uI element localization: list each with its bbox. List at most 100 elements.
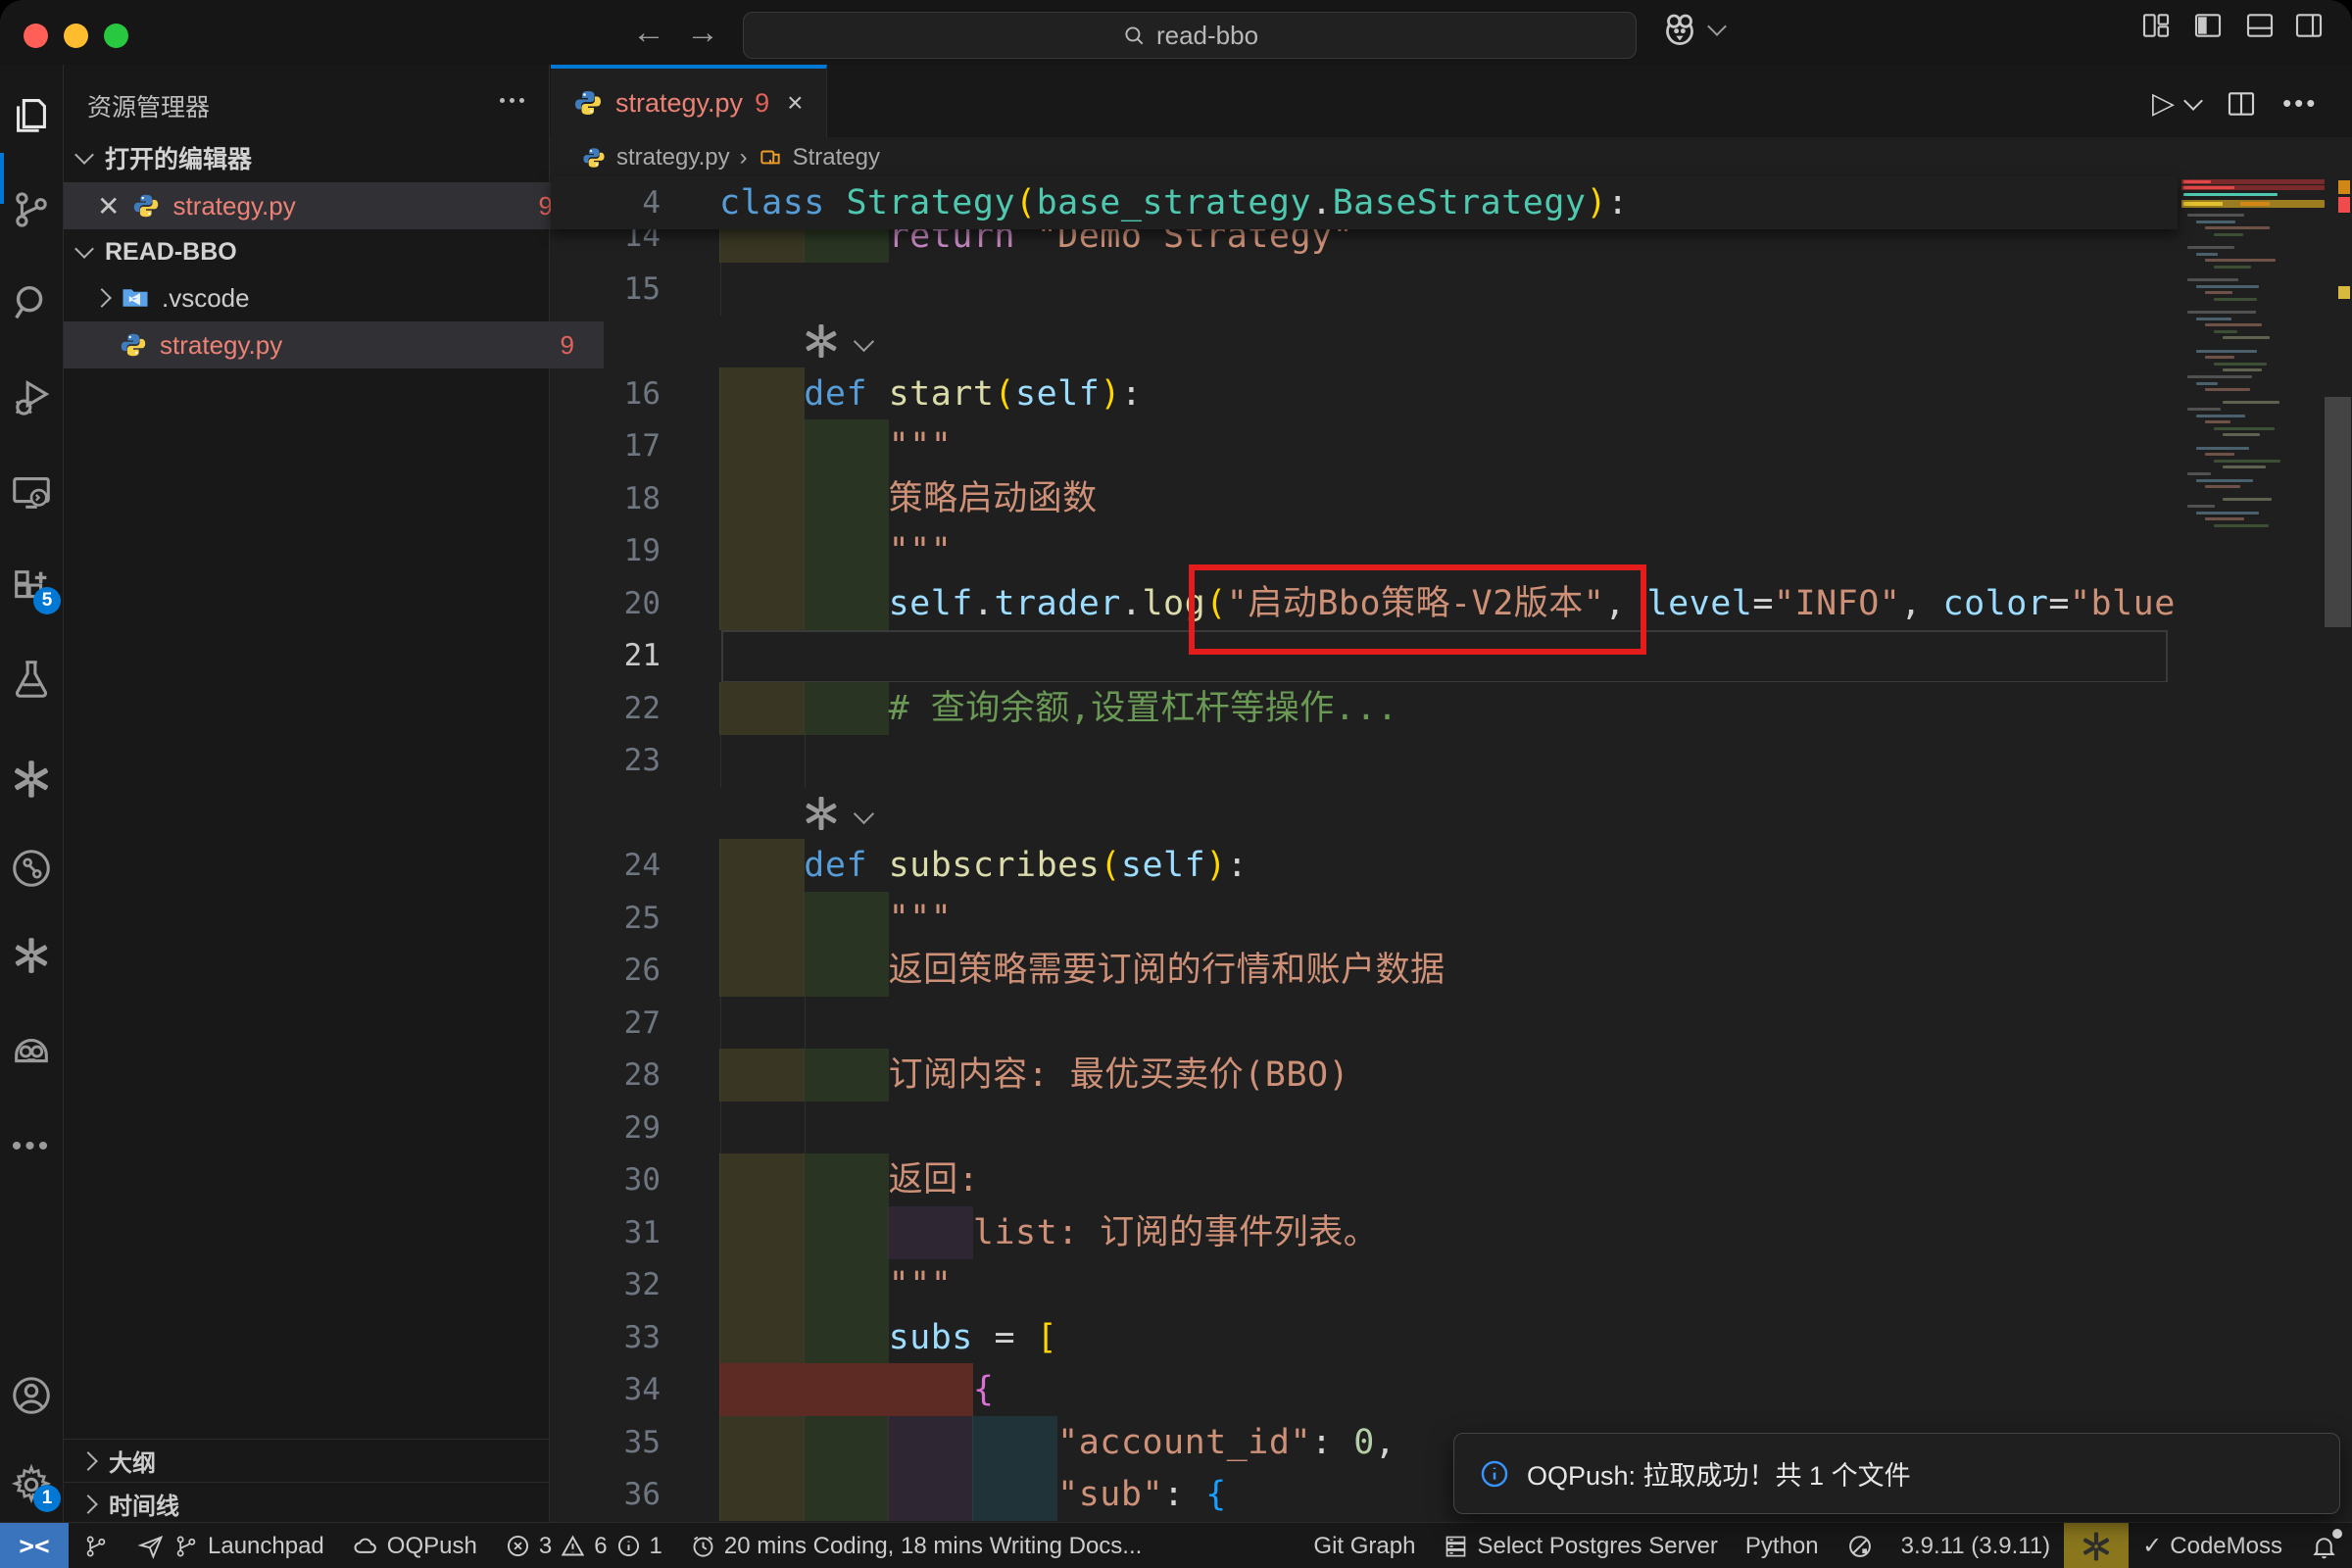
code-line[interactable]: 22 # 查询余额,设置杠杆等操作... [551,682,2178,735]
sidebar-item-extensions[interactable]: 5 [8,564,55,611]
sidebar-item-gitlens[interactable] [8,845,55,892]
problems-status-item[interactable]: 3 6 1 [491,1523,676,1568]
oqpush-status-item[interactable]: OQPush [338,1523,491,1568]
code-line[interactable]: 23 [551,734,2178,787]
forward-icon[interactable]: → [686,14,719,52]
code-line[interactable]: 17 """ [551,419,2178,472]
avatar-chevron-icon[interactable] [1707,17,1727,36]
more-views-icon[interactable]: ••• [8,1123,55,1170]
toggle-primary-sidebar-icon[interactable] [2192,10,2224,46]
back-icon[interactable]: ← [632,14,665,52]
git-graph-status-item[interactable]: Git Graph [1299,1523,1429,1568]
breadcrumb-file[interactable]: strategy.py [616,144,730,172]
postgres-status-item[interactable]: Select Postgres Server [1429,1523,1731,1568]
minimap-line [2214,363,2267,366]
code-line[interactable]: 18 策略启动函数 [551,472,2178,525]
more-actions-icon[interactable] [495,92,524,110]
indent-guide [720,1102,721,1154]
sidebar-item-run-debug[interactable] [8,374,55,421]
code-line[interactable]: 26 返回策略需要订阅的行情和账户数据 [551,944,2178,997]
code-line[interactable]: 31 list: 订阅的事件列表。 [551,1206,2178,1259]
code-line[interactable]: 34 { [551,1363,2178,1416]
python-file-icon [572,87,604,119]
sidebar-item-openai[interactable] [8,932,55,979]
minimap-line [2214,524,2269,527]
remote-indicator[interactable]: >< [0,1523,69,1568]
outline-pane-header[interactable]: 大纲 [64,1439,549,1482]
timeline-pane-header[interactable]: 时间线 [64,1482,549,1525]
ai-knot-icon[interactable] [802,321,841,361]
code-line[interactable]: 28 订阅内容: 最优买卖价(BBO) [551,1049,2178,1102]
chevron-down-icon[interactable] [854,803,874,823]
close-window-button[interactable] [24,24,48,48]
avatar-icon[interactable] [1660,10,1699,54]
gear-icon[interactable]: 1 [8,1461,55,1508]
sticky-scroll-line[interactable]: 4 class Strategy(base_strategy.BaseStrat… [551,176,2178,229]
command-center-search[interactable]: read-bbo [743,12,1637,59]
breadcrumb-symbol[interactable]: Strategy [793,144,880,172]
code-line[interactable]: 33 subs = [ [551,1311,2178,1364]
code-line[interactable]: 32 """ [551,1258,2178,1311]
maximize-window-button[interactable] [104,24,128,48]
sidebar-item-search[interactable] [8,279,55,326]
inline-ai-action[interactable] [551,787,2178,840]
run-python-icon[interactable]: ▷ [2152,86,2175,121]
toggle-panel-icon[interactable] [2244,10,2276,46]
sidebar-item-robot-assistant[interactable] [8,1028,55,1075]
code-line[interactable]: 15 [551,263,2178,316]
sidebar-item-testing[interactable] [8,656,55,703]
chevron-down-icon[interactable] [854,331,874,352]
code-text: def subscribes(self): [719,839,1248,892]
close-icon[interactable]: × [787,87,803,119]
tab-strategy-py[interactable]: strategy.py 9 × [551,65,827,137]
tree-root-readbbo[interactable]: READ-BBO [64,229,563,274]
minimap[interactable] [2181,176,2325,1522]
inline-ai-action[interactable] [551,315,2178,368]
python-file-icon [131,191,161,220]
language-mode-status-item[interactable]: Python [1732,1523,1833,1568]
code-line[interactable]: 24 def subscribes(self): [551,839,2178,892]
notifications-bell[interactable] [2296,1523,2352,1568]
launchpad-status-item[interactable]: Launchpad [123,1523,338,1568]
open-editor-strategy-py[interactable]: ✕ strategy.py 9 [64,182,582,229]
sidebar-item-codex[interactable] [8,756,55,803]
tree-filename: strategy.py [160,330,282,361]
account-icon[interactable] [8,1372,55,1419]
more-actions-icon[interactable]: ••• [2282,88,2318,119]
minimize-window-button[interactable] [64,24,88,48]
code-line[interactable]: 30 返回: [551,1153,2178,1206]
minimap-line [2223,336,2270,339]
git-graph-status-icon[interactable] [69,1523,123,1568]
open-editors-header[interactable]: 打开的编辑器 [64,135,563,180]
notification-toast[interactable]: OQPush: 拉取成功！共 1 个文件 [1453,1433,2340,1514]
close-icon[interactable]: ✕ [97,190,120,222]
python-version-status-item[interactable]: 3.9.11 (3.9.11) [1887,1523,2065,1568]
settings-badge: 1 [33,1485,61,1512]
run-dropdown-icon[interactable] [2183,91,2203,111]
minimap-line [2205,485,2240,488]
line-number: 29 [551,1102,661,1154]
customize-layout-icon[interactable] [2140,10,2172,46]
sidebar-item-remote-explorer[interactable] [8,468,55,515]
overview-ruler-warning-mark [2338,180,2350,194]
minimap-line [2205,291,2232,294]
toggle-secondary-sidebar-icon[interactable] [2293,10,2325,46]
env-status-item[interactable] [1833,1523,1887,1568]
tree-item-vscode-folder[interactable]: .vscode [64,274,580,321]
warning-count: 6 [594,1533,607,1560]
time-tracker-status-item[interactable]: 20 mins Coding, 18 mins Writing Docs... [676,1523,1155,1568]
split-editor-icon[interactable] [2226,88,2257,120]
sidebar-item-source-control[interactable] [8,186,55,233]
code-line[interactable]: 27 [551,997,2178,1050]
sidebar-item-explorer[interactable] [8,90,55,137]
code-line[interactable]: 25 """ [551,892,2178,945]
ai-knot-icon[interactable] [802,794,841,833]
codemoss-status-item[interactable]: ✓ CodeMoss [2129,1523,2296,1568]
tree-item-strategy-py[interactable]: strategy.py 9 [64,321,604,368]
code-line[interactable]: 16 def start(self): [551,368,2178,420]
scrollbar-thumb[interactable] [2325,397,2351,627]
codex-status-item[interactable] [2064,1523,2129,1568]
code-line[interactable]: 29 [551,1102,2178,1154]
minimap-line [2196,415,2245,417]
code-text: 返回: [719,1153,979,1206]
